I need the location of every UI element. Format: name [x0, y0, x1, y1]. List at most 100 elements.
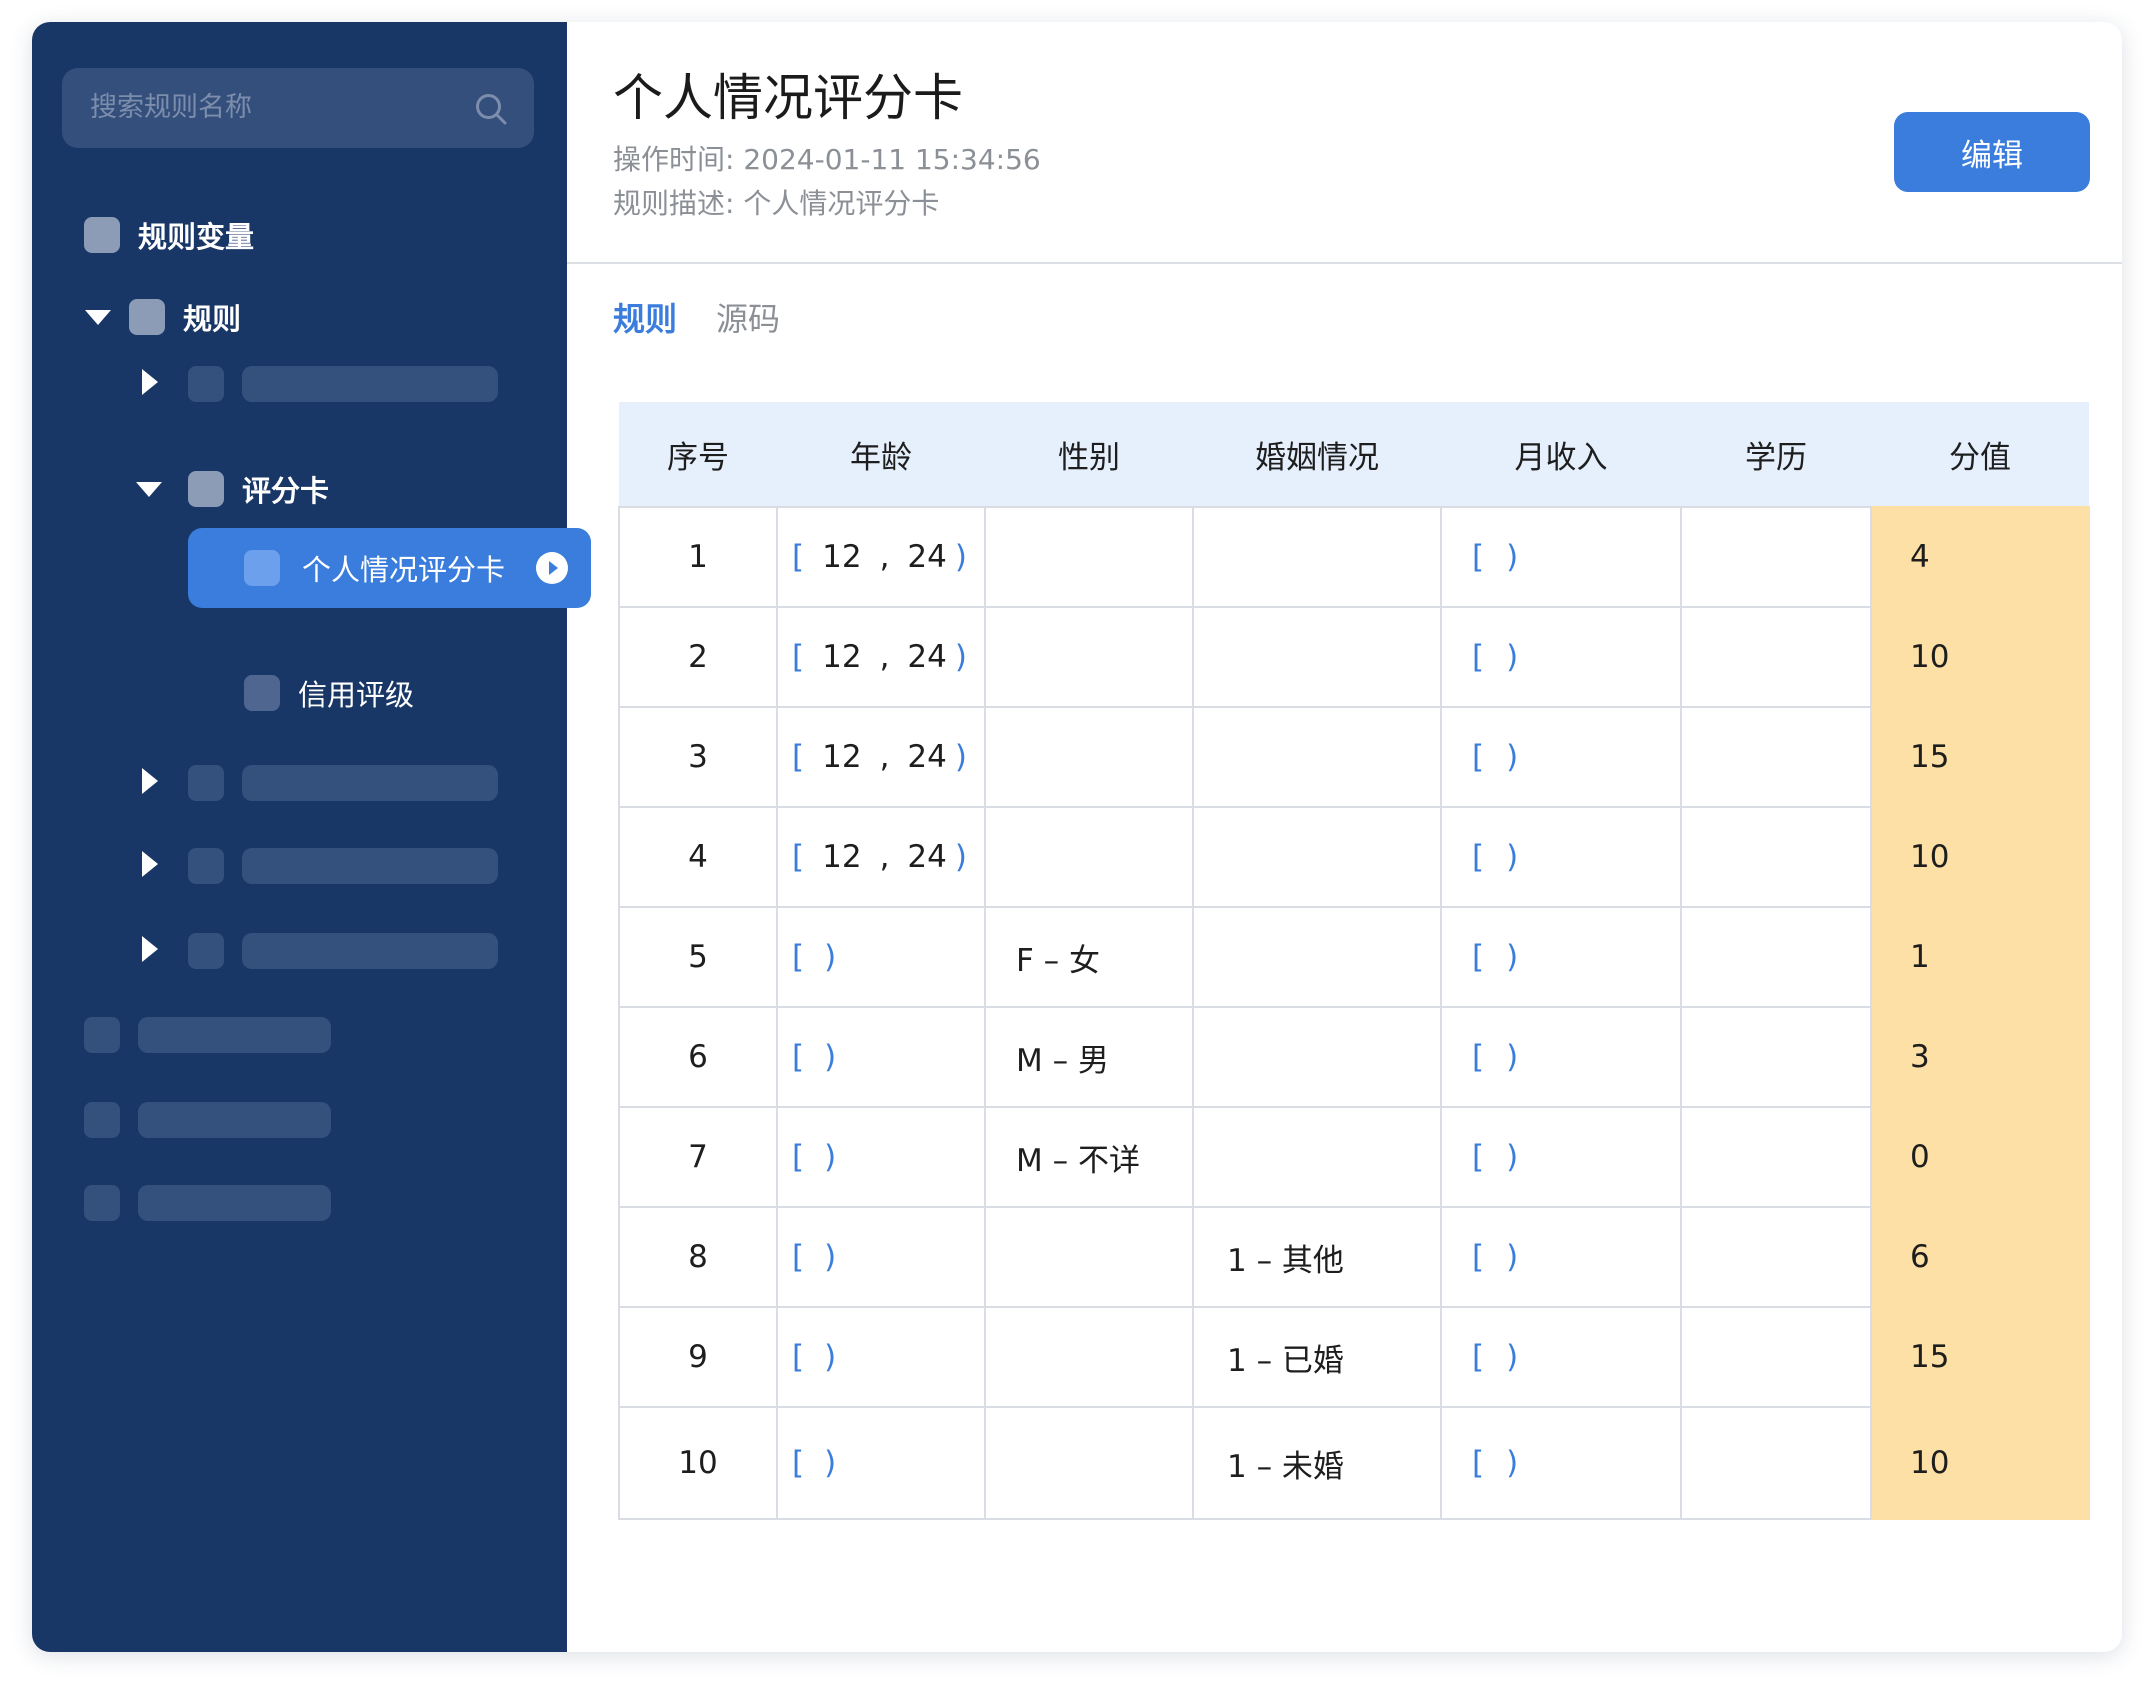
checkbox[interactable] [188, 471, 224, 507]
caret-right-icon[interactable] [132, 847, 166, 881]
caret-down-icon[interactable] [81, 300, 115, 334]
cell-marriage[interactable] [1192, 906, 1442, 1008]
tree-node-personal-scorecard[interactable]: 个人情况评分卡 [188, 528, 591, 608]
table-row[interactable]: 3[12, 24)[) 15 [618, 706, 2090, 808]
cell-age-range[interactable]: [12, 24) [776, 806, 986, 908]
cell-gender[interactable] [984, 1306, 1194, 1408]
cell-gender[interactable] [984, 606, 1194, 708]
table-row[interactable]: 5[) F – 女[) 1 [618, 906, 2090, 1008]
cell-seq[interactable]: 1 [618, 506, 778, 608]
cell-seq[interactable]: 3 [618, 706, 778, 808]
table-row[interactable]: 6[) M – 男[) 3 [618, 1006, 2090, 1108]
cell-score[interactable]: 10 [1870, 806, 2090, 908]
tree-node-placeholder[interactable] [242, 366, 498, 402]
cell-age-range[interactable]: [12, 24) [776, 506, 986, 608]
cell-marriage[interactable] [1192, 806, 1442, 908]
cell-score[interactable]: 0 [1870, 1106, 2090, 1208]
tree-node-rules[interactable]: 规则 [81, 292, 241, 342]
edit-button[interactable]: 编辑 [1894, 112, 2090, 192]
caret-right-icon[interactable] [132, 932, 166, 966]
cell-score[interactable]: 10 [1870, 1406, 2090, 1520]
tree-node-placeholder[interactable] [242, 848, 498, 884]
cell-age-range[interactable]: [) [776, 1006, 986, 1108]
cell-income-range[interactable]: [) [1440, 1006, 1682, 1108]
cell-education[interactable] [1680, 1106, 1872, 1208]
cell-income-range[interactable]: [) [1440, 506, 1682, 608]
cell-income-range[interactable]: [) [1440, 706, 1682, 808]
caret-right-icon[interactable] [132, 764, 166, 798]
cell-score[interactable]: 10 [1870, 606, 2090, 708]
cell-age-range[interactable]: [) [776, 1106, 986, 1208]
cell-income-range[interactable]: [) [1440, 806, 1682, 908]
table-row[interactable]: 8[) 1 – 其他[) 6 [618, 1206, 2090, 1308]
search-input[interactable] [62, 68, 534, 148]
checkbox[interactable] [129, 299, 165, 335]
cell-seq[interactable]: 9 [618, 1306, 778, 1408]
cell-gender[interactable] [984, 706, 1194, 808]
cell-seq[interactable]: 6 [618, 1006, 778, 1108]
table-row[interactable]: 7[) M – 不详[) 0 [618, 1106, 2090, 1208]
cell-education[interactable] [1680, 1306, 1872, 1408]
cell-education[interactable] [1680, 606, 1872, 708]
cell-income-range[interactable]: [) [1440, 906, 1682, 1008]
cell-marriage[interactable] [1192, 1106, 1442, 1208]
cell-income-range[interactable]: [) [1440, 1306, 1682, 1408]
search-box[interactable]: 搜索规则名称 [62, 68, 534, 148]
checkbox-placeholder[interactable] [84, 1185, 120, 1221]
cell-marriage[interactable]: 1 – 其他 [1192, 1206, 1442, 1308]
checkbox-placeholder[interactable] [188, 933, 224, 969]
cell-marriage[interactable] [1192, 606, 1442, 708]
cell-age-range[interactable]: [) [776, 1406, 986, 1520]
cell-gender[interactable] [984, 1206, 1194, 1308]
search-icon[interactable] [474, 92, 508, 126]
tab-source[interactable]: 源码 [716, 294, 780, 340]
checkbox-placeholder[interactable] [188, 848, 224, 884]
cell-income-range[interactable]: [) [1440, 1206, 1682, 1308]
cell-score[interactable]: 4 [1870, 506, 2090, 608]
cell-education[interactable] [1680, 806, 1872, 908]
table-row[interactable]: 1[12, 24) [) 4 [618, 506, 2090, 608]
caret-down-icon[interactable] [132, 472, 166, 506]
table-row[interactable]: 2[12, 24) [) 10 [618, 606, 2090, 708]
cell-seq[interactable]: 2 [618, 606, 778, 708]
cell-education[interactable] [1680, 506, 1872, 608]
table-row[interactable]: 4[12, 24) [) 10 [618, 806, 2090, 908]
tree-node-credit-rating[interactable]: 信用评级 [244, 668, 414, 718]
caret-right-icon[interactable] [132, 365, 166, 399]
cell-seq[interactable]: 5 [618, 906, 778, 1008]
cell-age-range[interactable]: [12, 24) [776, 706, 986, 808]
cell-score[interactable]: 15 [1870, 1306, 2090, 1408]
cell-score[interactable]: 1 [1870, 906, 2090, 1008]
checkbox[interactable] [244, 550, 280, 586]
checkbox-placeholder[interactable] [84, 1017, 120, 1053]
cell-seq[interactable]: 10 [618, 1406, 778, 1520]
cell-age-range[interactable]: [) [776, 906, 986, 1008]
cell-gender[interactable]: M – 男 [984, 1006, 1194, 1108]
tab-rules[interactable]: 规则 [613, 294, 677, 340]
cell-score[interactable]: 3 [1870, 1006, 2090, 1108]
cell-marriage[interactable]: 1 – 已婚 [1192, 1306, 1442, 1408]
cell-gender[interactable]: M – 不详 [984, 1106, 1194, 1208]
checkbox-placeholder[interactable] [188, 366, 224, 402]
checkbox[interactable] [244, 675, 280, 711]
checkbox-placeholder[interactable] [84, 1102, 120, 1138]
cell-education[interactable] [1680, 1006, 1872, 1108]
table-row[interactable]: 9[) 1 – 已婚[) 15 [618, 1306, 2090, 1408]
cell-marriage[interactable]: 1 – 未婚 [1192, 1406, 1442, 1520]
cell-gender[interactable]: F – 女 [984, 906, 1194, 1008]
cell-education[interactable] [1680, 706, 1872, 808]
cell-income-range[interactable]: [) [1440, 606, 1682, 708]
play-circle-icon[interactable] [535, 551, 569, 585]
tree-node-placeholder[interactable] [138, 1185, 331, 1221]
cell-score[interactable]: 6 [1870, 1206, 2090, 1308]
tree-node-scorecard[interactable]: 评分卡 [132, 464, 329, 514]
cell-gender[interactable] [984, 1406, 1194, 1520]
cell-gender[interactable] [984, 506, 1194, 608]
cell-seq[interactable]: 4 [618, 806, 778, 908]
cell-seq[interactable]: 7 [618, 1106, 778, 1208]
cell-marriage[interactable] [1192, 1006, 1442, 1108]
cell-marriage[interactable] [1192, 506, 1442, 608]
cell-income-range[interactable]: [) [1440, 1106, 1682, 1208]
cell-age-range[interactable]: [12, 24) [776, 606, 986, 708]
cell-education[interactable] [1680, 1406, 1872, 1520]
